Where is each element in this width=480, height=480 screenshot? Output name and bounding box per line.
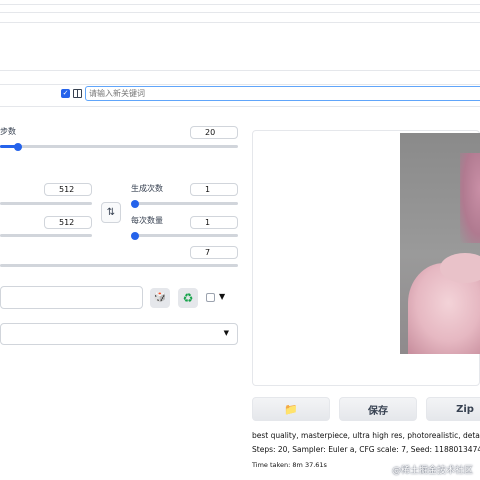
keyword-input[interactable] (85, 86, 480, 101)
cfg-scale-input[interactable]: 7 (190, 246, 238, 259)
top-divider-2 (0, 12, 480, 13)
output-gallery (252, 130, 480, 386)
watermark: @稀土掘金技术社区 (392, 466, 474, 476)
extra-seed-checkbox[interactable] (206, 293, 215, 302)
top-divider-6 (0, 106, 480, 107)
open-folder-button[interactable]: 📁 (252, 397, 330, 421)
prompt-text: best quality, masterpiece, ultra high re… (252, 431, 480, 440)
dice-random-seed-icon[interactable]: 🎲 (150, 288, 170, 308)
height-input[interactable]: 512 (44, 216, 92, 229)
top-divider-5 (0, 84, 480, 85)
recycle-seed-icon[interactable]: ♻ (178, 288, 198, 308)
top-divider-4 (0, 70, 480, 71)
batch-size-slider[interactable] (131, 234, 238, 237)
batch-count-slider[interactable] (131, 202, 238, 205)
batch-size-label: 每次数量 (131, 216, 163, 225)
height-slider[interactable] (0, 234, 92, 237)
seed-input[interactable] (0, 286, 143, 309)
steps-label: 步数 (0, 127, 16, 136)
triangle-down-icon[interactable]: ▼ (219, 292, 225, 301)
chevron-down-icon: ▼ (223, 329, 229, 337)
keyword-checkbox[interactable]: ✓ (61, 89, 70, 98)
panel-toggle-icon[interactable] (73, 89, 82, 98)
top-divider-3 (0, 22, 480, 23)
generation-info: Steps: 20, Sampler: Euler a, CFG scale: … (252, 445, 480, 454)
batch-size-slider-thumb[interactable] (131, 232, 139, 240)
time-taken: Time taken: 8m 37.61s (252, 461, 327, 469)
batch-size-input[interactable]: 1 (190, 216, 238, 229)
width-slider[interactable] (0, 202, 92, 205)
save-button[interactable]: 保存 (339, 397, 417, 421)
output-image[interactable] (400, 133, 480, 354)
swap-dimensions-icon[interactable]: ⇅ (101, 202, 121, 223)
steps-slider[interactable] (0, 145, 238, 148)
folder-icon: 📁 (284, 402, 298, 416)
width-input[interactable]: 512 (44, 183, 92, 196)
steps-input[interactable]: 20 (190, 126, 238, 139)
script-dropdown[interactable]: ▼ (0, 323, 238, 345)
cfg-scale-slider[interactable] (0, 264, 238, 267)
batch-count-slider-thumb[interactable] (131, 200, 139, 208)
batch-count-input[interactable]: 1 (190, 183, 238, 196)
top-divider-1 (0, 4, 480, 5)
batch-count-label: 生成次数 (131, 184, 163, 193)
steps-slider-thumb[interactable] (14, 143, 22, 151)
zip-button[interactable]: Zip (426, 397, 480, 421)
